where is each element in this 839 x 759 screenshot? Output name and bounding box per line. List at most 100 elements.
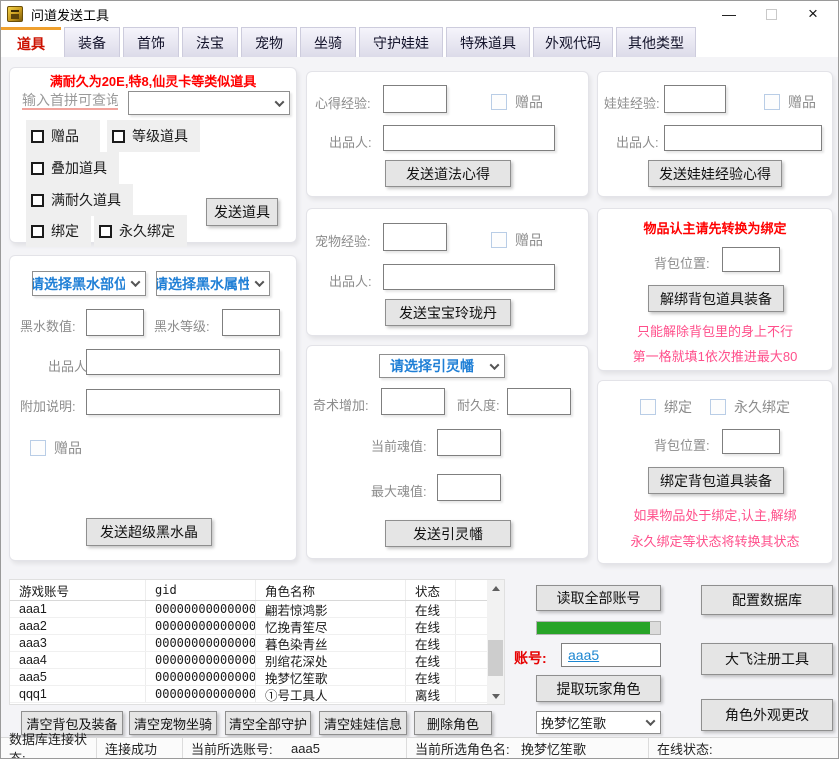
banner-panel: 请选择引灵幡 奇术增加: 耐久度: 当前魂值: 最大魂值: 发送引灵幡 xyxy=(306,345,589,559)
banner-combo-value: 请选择引灵幡 xyxy=(380,355,484,377)
pet-maker-field[interactable] xyxy=(383,264,555,290)
blackwater-value-field[interactable] xyxy=(86,309,144,336)
blackwater-attr-combo-value: 请选择黑水属性 xyxy=(157,272,249,295)
tab-items[interactable]: 道具 xyxy=(1,27,61,57)
tab-other-types[interactable]: 其他类型 xyxy=(616,27,696,57)
checkbox-bind[interactable]: 绑定 xyxy=(26,215,91,247)
checkbox-full-durability[interactable]: 满耐久道具 xyxy=(26,184,133,216)
bind-panel: 绑定 永久绑定 背包位置: 绑定背包道具装备 如果物品处于绑定,认主,解绑 永久… xyxy=(597,380,833,564)
checkbox-stack-item[interactable]: 叠加道具 xyxy=(26,152,119,184)
minimize-button[interactable]: — xyxy=(708,1,750,27)
banner-durability-field[interactable] xyxy=(507,388,571,415)
send-pet-pill-button[interactable]: 发送宝宝玲珑丹 xyxy=(385,299,511,326)
pet-maker-label: 出品人: xyxy=(329,271,372,290)
item-combo[interactable] xyxy=(128,91,290,115)
close-button[interactable]: × xyxy=(792,1,834,27)
insight-maker-field[interactable] xyxy=(383,125,555,151)
send-doll-exp-button[interactable]: 发送娃娃经验心得 xyxy=(648,160,782,187)
send-blackwater-button[interactable]: 发送超级黑水晶 xyxy=(86,518,212,546)
banner-max-soul-label: 最大魂值: xyxy=(371,481,427,500)
table-row[interactable]: aaa2 000000000000000B 忆挽青笙尽 在线 xyxy=(10,618,504,635)
cell-status: 在线 xyxy=(406,669,456,685)
blackwater-gift-checkbox[interactable]: 赠品 xyxy=(30,438,82,458)
unbind-button[interactable]: 解绑背包道具装备 xyxy=(648,285,784,312)
doll-maker-field[interactable] xyxy=(664,125,822,151)
tab-pets[interactable]: 宠物 xyxy=(241,27,297,57)
bind-checkbox[interactable]: 绑定 xyxy=(640,397,692,417)
doll-exp-field[interactable] xyxy=(664,85,726,113)
configure-database-button[interactable]: 配置数据库 xyxy=(701,585,833,615)
scroll-up-icon[interactable] xyxy=(487,580,504,596)
table-row[interactable]: aaa4 000000000000000D 别绾花深处 在线 xyxy=(10,652,504,669)
clear-doll-info-button[interactable]: 清空娃娃信息 xyxy=(319,711,407,735)
scroll-down-icon[interactable] xyxy=(487,688,504,704)
cell-gid: 000000000000000C xyxy=(146,635,256,651)
pet-exp-field[interactable] xyxy=(383,223,447,251)
tab-guardian-dolls[interactable]: 守护娃娃 xyxy=(359,27,443,57)
send-item-button[interactable]: 发送道具 xyxy=(206,198,278,226)
table-scrollbar[interactable] xyxy=(487,580,504,704)
blackwater-part-combo[interactable]: 请选择黑水部位 xyxy=(32,271,146,296)
insight-exp-field[interactable] xyxy=(383,85,447,113)
scrollbar-thumb[interactable] xyxy=(488,640,503,676)
cell-account: aaa3 xyxy=(10,635,146,651)
checkbox-box xyxy=(640,399,656,415)
tab-treasure[interactable]: 法宝 xyxy=(182,27,238,57)
cell-name: 暮色染青丝 xyxy=(256,635,406,651)
checkbox-box xyxy=(31,130,44,143)
banner-current-soul-field[interactable] xyxy=(437,429,501,456)
checkbox-level-item[interactable]: 等级道具 xyxy=(107,120,200,152)
table-row[interactable]: qqq1 0000000000000009 ①号工具人 离线 xyxy=(10,686,504,703)
blackwater-note-field[interactable] xyxy=(86,389,280,415)
table-row[interactable]: aaa3 000000000000000C 暮色染青丝 在线 xyxy=(10,635,504,652)
chevron-down-icon xyxy=(640,712,660,733)
checkbox-box xyxy=(491,232,507,248)
role-combo[interactable]: 挽梦忆笙歌 xyxy=(536,711,661,734)
insight-gift-checkbox[interactable]: 赠品 xyxy=(491,92,543,112)
clear-guardians-button[interactable]: 清空全部守护 xyxy=(225,711,311,735)
banner-qishu-field[interactable] xyxy=(381,388,445,415)
cell-name: ①号工具人 xyxy=(256,686,406,702)
table-row[interactable]: aaa1 000000000000000A 翩若惊鸿影 在线 xyxy=(10,601,504,618)
tab-jewelry[interactable]: 首饰 xyxy=(123,27,179,57)
send-banner-button[interactable]: 发送引灵幡 xyxy=(385,520,511,547)
tab-mounts[interactable]: 坐骑 xyxy=(300,27,356,57)
doll-gift-checkbox[interactable]: 赠品 xyxy=(764,92,816,112)
account-input[interactable] xyxy=(561,643,661,667)
dafei-register-tool-button[interactable]: 大飞注册工具 xyxy=(701,643,833,675)
table-row[interactable]: aaa5 000000000000000E 挽梦忆笙歌 在线 xyxy=(10,669,504,686)
checkbox-box xyxy=(710,399,726,415)
maximize-button[interactable] xyxy=(750,1,792,27)
pet-gift-checkbox[interactable]: 赠品 xyxy=(491,230,543,250)
tab-special-items[interactable]: 特殊道具 xyxy=(446,27,530,57)
bind-pos-field[interactable] xyxy=(722,429,780,454)
bind-button[interactable]: 绑定背包道具装备 xyxy=(648,467,784,494)
perm-bind-checkbox[interactable]: 永久绑定 xyxy=(710,397,790,417)
banner-max-soul-field[interactable] xyxy=(437,474,501,501)
blackwater-panel: 请选择黑水部位 请选择黑水属性 黑水数值: 黑水等级: 出品人: 附加说明: 赠… xyxy=(9,255,297,561)
extract-roles-button[interactable]: 提取玩家角色 xyxy=(536,675,661,702)
progress-fill xyxy=(537,622,650,634)
read-all-accounts-button[interactable]: 读取全部账号 xyxy=(536,585,661,611)
item-search-input[interactable] xyxy=(22,92,118,110)
chevron-down-icon xyxy=(249,272,269,295)
tab-equipment[interactable]: 装备 xyxy=(64,27,120,57)
send-insight-button[interactable]: 发送道法心得 xyxy=(385,160,511,187)
maximize-icon xyxy=(766,9,777,20)
cell-name: 翩若惊鸿影 xyxy=(256,601,406,617)
banner-combo[interactable]: 请选择引灵幡 xyxy=(379,354,505,378)
tab-appearance-code[interactable]: 外观代码 xyxy=(533,27,613,57)
blackwater-attr-combo[interactable]: 请选择黑水属性 xyxy=(156,271,270,296)
blackwater-level-field[interactable] xyxy=(222,309,280,336)
unbind-pos-field[interactable] xyxy=(722,247,780,272)
clear-pet-mount-button[interactable]: 清空宠物坐骑 xyxy=(129,711,217,735)
checkbox-perm-bind[interactable]: 永久绑定 xyxy=(94,215,187,247)
blackwater-maker-field[interactable] xyxy=(86,349,280,375)
checkbox-gift[interactable]: 赠品 xyxy=(26,120,100,152)
role-appearance-button[interactable]: 角色外观更改 xyxy=(701,699,833,731)
progress-bar xyxy=(536,621,661,635)
blackwater-note-label: 附加说明: xyxy=(20,396,76,415)
delete-role-button[interactable]: 删除角色 xyxy=(414,711,492,735)
banner-durability-label: 耐久度: xyxy=(457,395,500,414)
checkbox-box xyxy=(99,225,112,238)
